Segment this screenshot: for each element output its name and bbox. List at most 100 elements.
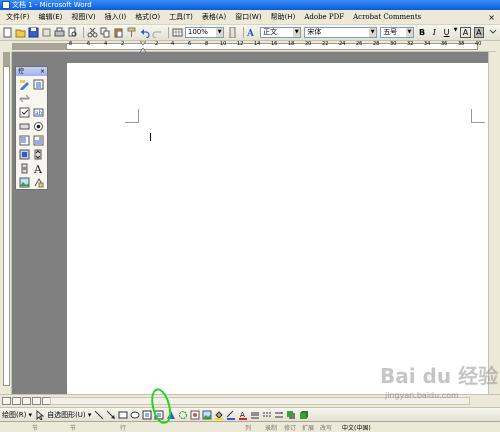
control-toolbox-titlebar[interactable]: 控 × [16, 67, 47, 76]
diagram-icon[interactable] [178, 410, 188, 420]
listbox-icon[interactable] [19, 135, 30, 146]
ruler-tick: 2 [121, 41, 125, 47]
normal-view-icon[interactable] [2, 397, 11, 405]
more-controls-icon[interactable] [33, 177, 44, 188]
shadow-style-icon[interactable] [286, 410, 296, 420]
character-border-button[interactable]: A [460, 27, 471, 38]
select-objects-icon[interactable] [35, 409, 45, 421]
svg-text:A: A [33, 163, 43, 174]
status-track-changes[interactable]: 修订 [284, 423, 296, 432]
underline-button[interactable]: U [441, 28, 451, 37]
menu-file[interactable]: 文件(F) [6, 12, 30, 22]
web-layout-view-icon[interactable] [12, 397, 21, 405]
spin-button-icon[interactable] [33, 149, 44, 160]
redo-icon[interactable] [152, 27, 163, 39]
line-icon[interactable] [94, 410, 104, 420]
character-shading-button[interactable]: A [473, 27, 485, 38]
status-record[interactable]: 录制 [265, 423, 277, 432]
outline-view-icon[interactable] [32, 397, 41, 405]
checkbox-icon[interactable] [19, 107, 30, 118]
ruler-tick: 28 [373, 41, 380, 47]
print-layout-view-icon[interactable] [22, 397, 31, 405]
indent-marker-icon[interactable] [139, 40, 147, 53]
menu-edit[interactable]: 编辑(E) [39, 12, 63, 22]
more-buttons-icon[interactable] [487, 27, 498, 38]
dash-style-icon[interactable] [262, 410, 272, 420]
menu-acrobat-comments[interactable]: Acrobat Comments [353, 13, 421, 21]
oval-icon[interactable] [130, 410, 140, 420]
autoshapes-menu-button[interactable]: 自选图形(U) ▾ [47, 410, 91, 420]
status-section: 节 [32, 424, 39, 432]
new-document-icon[interactable] [2, 27, 13, 38]
print-preview-icon[interactable] [67, 27, 78, 38]
drawing-toolbar: 绘图(R) ▾ 自选图形(U) ▾ A [0, 407, 500, 421]
font-select[interactable]: 宋体 ▼ [304, 27, 378, 38]
document-page[interactable] [67, 63, 499, 403]
draw-menu-button[interactable]: 绘图(R) ▾ [2, 410, 32, 420]
ruler-tick: 4 [104, 41, 108, 47]
paste-icon[interactable] [113, 27, 124, 38]
scrollbar-icon[interactable] [19, 163, 30, 174]
bold-button[interactable]: B [417, 28, 427, 37]
help-icon[interactable] [227, 26, 238, 39]
image-icon[interactable] [19, 177, 30, 188]
insert-table-icon[interactable] [172, 27, 183, 38]
toolbar-separator [167, 27, 169, 38]
status-extend[interactable]: 扩展 [302, 423, 314, 432]
undo-icon[interactable] [139, 27, 150, 39]
clip-art-icon[interactable] [190, 410, 200, 420]
close-icon[interactable]: × [40, 67, 45, 76]
format-painter-icon[interactable] [126, 27, 137, 38]
vertical-ruler[interactable] [0, 52, 12, 394]
toolbar-separator [243, 27, 245, 38]
design-mode-icon[interactable] [19, 79, 30, 91]
menu-help[interactable]: 帮助(H) [271, 12, 296, 22]
open-folder-icon[interactable] [15, 27, 26, 38]
textbox-icon[interactable]: ab [33, 107, 44, 118]
vertical-scrollbar[interactable] [488, 52, 500, 394]
cut-icon[interactable] [87, 27, 98, 38]
print-icon[interactable] [54, 27, 65, 38]
toggle-button-icon[interactable] [19, 149, 30, 160]
menu-view[interactable]: 视图(V) [71, 12, 95, 22]
ruler-tick: 24 [339, 41, 346, 47]
close-document-icon[interactable]: × [488, 13, 495, 22]
horizontal-ruler[interactable]: 8 6 4 2 2 4 6 8 10 12 14 16 18 20 22 24 … [12, 40, 496, 53]
font-color-icon[interactable]: A [238, 410, 248, 420]
copy-icon[interactable] [100, 27, 111, 38]
view-code-icon[interactable] [18, 93, 31, 104]
ruler-tick: 8 [69, 41, 73, 47]
italic-button[interactable]: I [429, 28, 439, 37]
label-icon[interactable]: A [33, 163, 44, 176]
permission-icon[interactable] [41, 27, 52, 38]
menu-format[interactable]: 格式(O) [135, 12, 160, 22]
ruler-tick: 38 [458, 41, 465, 47]
zoom-select[interactable]: 100% ▼ [184, 27, 225, 38]
svg-text:ab: ab [35, 110, 43, 117]
menu-insert[interactable]: 插入(I) [105, 12, 127, 22]
insert-picture-icon[interactable] [202, 410, 212, 420]
font-size-select[interactable]: 五号 ▼ [380, 27, 414, 38]
arrow-icon[interactable] [106, 410, 116, 420]
textbox-icon[interactable] [142, 410, 152, 420]
style-select[interactable]: 正文 ▼ [260, 27, 302, 38]
arrow-style-icon[interactable] [274, 410, 284, 420]
command-button-icon[interactable] [19, 121, 30, 132]
save-icon[interactable] [28, 27, 39, 38]
3d-style-icon[interactable] [298, 410, 309, 420]
properties-icon[interactable] [33, 79, 44, 90]
line-style-icon[interactable] [250, 410, 260, 420]
ruler-tick: 2 [155, 41, 159, 47]
combobox-icon[interactable] [33, 135, 44, 146]
line-color-icon[interactable] [226, 410, 236, 420]
styles-formatting-icon[interactable]: A [246, 27, 258, 39]
menu-tools[interactable]: 工具(T) [169, 12, 193, 22]
menu-table[interactable]: 表格(A) [202, 12, 226, 22]
rectangle-icon[interactable] [118, 410, 128, 420]
option-button-icon[interactable] [33, 121, 44, 132]
menu-adobe-pdf[interactable]: Adobe PDF [304, 13, 344, 21]
fill-color-icon[interactable] [214, 410, 224, 420]
underline-dropdown-icon[interactable]: ▼ [454, 27, 459, 38]
menu-window[interactable]: 窗口(W) [235, 12, 261, 22]
status-overtype[interactable]: 改写 [320, 423, 332, 432]
